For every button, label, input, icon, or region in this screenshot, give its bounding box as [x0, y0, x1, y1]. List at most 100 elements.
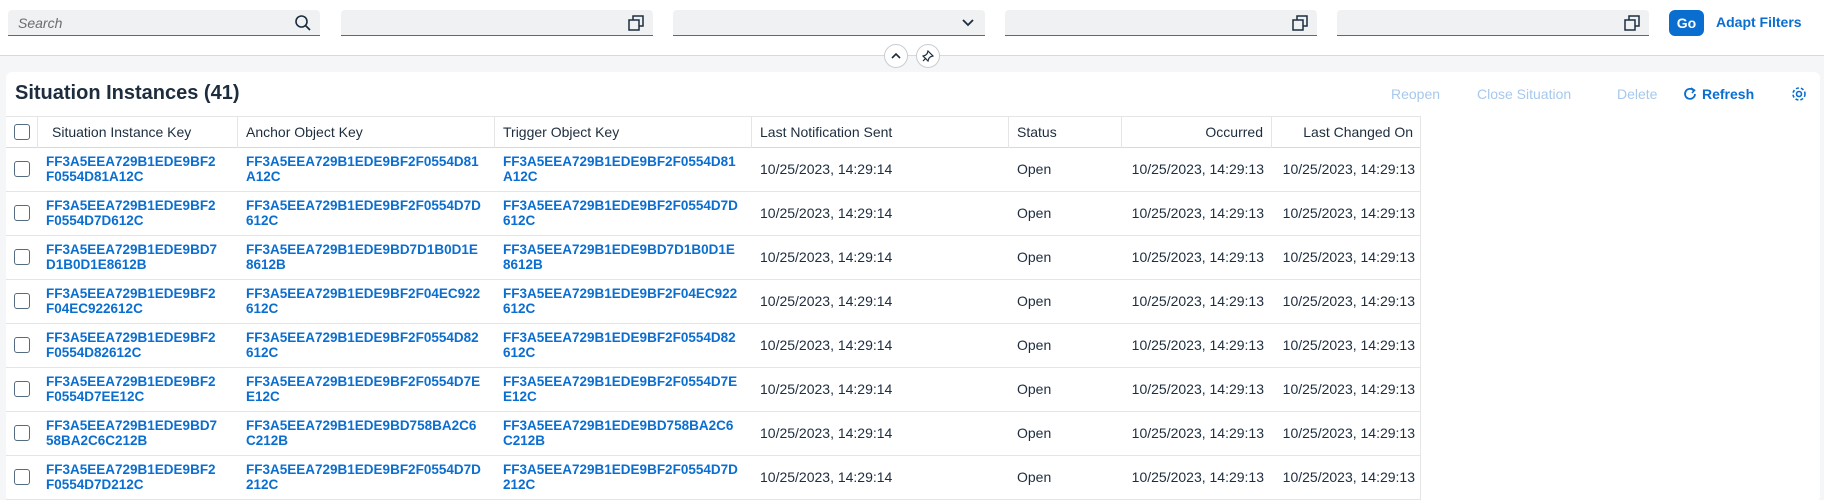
last-notification-sent-value: 10/25/2023, 14:29:14 [760, 337, 893, 353]
column-header-trigger-object-key[interactable]: Trigger Object Key [495, 117, 752, 148]
column-header-situation-instance-key[interactable]: Situation Instance Key [38, 117, 238, 148]
column-header-status[interactable]: Status [1009, 117, 1122, 148]
table-row[interactable]: FF3A5EEA729B1EDE9BF2 F0554D7EE12C FF3A5EE… [6, 368, 1420, 412]
trigger-object-key-link[interactable]: FF3A5EEA729B1EDE9BD758BA2C6 C212B [503, 412, 749, 455]
occurred-value: 10/25/2023, 14:29:13 [1131, 425, 1264, 441]
key-line-1: FF3A5EEA729B1EDE9BF2F0554D7D [503, 462, 738, 477]
key-line-2: C212B [503, 433, 546, 448]
key-line-1: FF3A5EEA729B1EDE9BF2 [46, 198, 216, 213]
situation-instances-table: Situation Instance Key Anchor Object Key… [6, 116, 1421, 500]
collapse-header-button[interactable] [884, 44, 908, 68]
anchor-object-key-link[interactable]: FF3A5EEA729B1EDE9BF2F04EC922 612C [246, 280, 492, 323]
select-all-cell [6, 117, 38, 148]
situation-instance-key-link[interactable]: FF3A5EEA729B1EDE9BF2 F0554D81A12C [46, 148, 236, 191]
filter-field-1[interactable] [341, 10, 653, 36]
key-line-2: F0554D7D612C [46, 213, 144, 228]
column-header-anchor-object-key[interactable]: Anchor Object Key [238, 117, 495, 148]
key-line-2: 612C [503, 345, 536, 360]
table-row[interactable]: FF3A5EEA729B1EDE9BF2 F04EC922612C FF3A5EE… [6, 280, 1420, 324]
key-line-1: FF3A5EEA729B1EDE9BF2F0554D82 [503, 330, 736, 345]
filter-select-2[interactable] [673, 10, 985, 36]
trigger-object-key-link[interactable]: FF3A5EEA729B1EDE9BF2F0554D7E E12C [503, 368, 749, 411]
occurred-value: 10/25/2023, 14:29:13 [1131, 249, 1264, 265]
key-line-1: FF3A5EEA729B1EDE9BF2 [46, 154, 216, 169]
key-line-1: FF3A5EEA729B1EDE9BF2F04EC922 [246, 286, 481, 301]
table-row[interactable]: FF3A5EEA729B1EDE9BF2 F0554D7D612C FF3A5EE… [6, 192, 1420, 236]
occurred-value: 10/25/2023, 14:29:13 [1131, 337, 1264, 353]
anchor-object-key-link[interactable]: FF3A5EEA729B1EDE9BF2F0554D7D 212C [246, 456, 492, 499]
last-changed-on-value: 10/25/2023, 14:29:13 [1282, 293, 1415, 309]
row-checkbox[interactable] [14, 161, 30, 177]
go-button[interactable]: Go [1669, 10, 1704, 36]
key-line-2: F0554D7EE12C [46, 389, 145, 404]
last-changed-on-value: 10/25/2023, 14:29:13 [1282, 161, 1415, 177]
table-row[interactable]: FF3A5EEA729B1EDE9BD7 58BA2C6C212B FF3A5EE… [6, 412, 1420, 456]
table-settings-button[interactable] [1791, 86, 1807, 102]
reopen-button[interactable]: Reopen [1391, 86, 1440, 102]
key-line-1: FF3A5EEA729B1EDE9BF2F0554D7E [246, 374, 481, 389]
value-help-icon[interactable] [1291, 14, 1309, 32]
search-icon[interactable] [294, 14, 312, 32]
trigger-object-key-link[interactable]: FF3A5EEA729B1EDE9BF2F0554D81 A12C [503, 148, 749, 191]
table-toolbar: Reopen Close Situation Delete Refresh [1370, 84, 1820, 106]
anchor-object-key-link[interactable]: FF3A5EEA729B1EDE9BF2F0554D7D 612C [246, 192, 492, 235]
row-checkbox[interactable] [14, 337, 30, 353]
refresh-button[interactable]: Refresh [1682, 86, 1754, 102]
delete-button[interactable]: Delete [1617, 86, 1657, 102]
occurred-value: 10/25/2023, 14:29:13 [1131, 381, 1264, 397]
anchor-object-key-link[interactable]: FF3A5EEA729B1EDE9BD7D1B0D1E 8612B [246, 236, 492, 279]
trigger-object-key-link[interactable]: FF3A5EEA729B1EDE9BF2F04EC922 612C [503, 280, 749, 323]
chevron-down-icon[interactable] [959, 14, 977, 32]
anchor-object-key-link[interactable]: FF3A5EEA729B1EDE9BD758BA2C6 C212B [246, 412, 492, 455]
select-all-checkbox[interactable] [14, 124, 30, 140]
row-checkbox[interactable] [14, 293, 30, 309]
trigger-object-key-link[interactable]: FF3A5EEA729B1EDE9BD7D1B0D1E 8612B [503, 236, 749, 279]
table-row[interactable]: FF3A5EEA729B1EDE9BF2 F0554D7D212C FF3A5EE… [6, 456, 1420, 500]
situation-instance-key-link[interactable]: FF3A5EEA729B1EDE9BD7 D1B0D1E8612B [46, 236, 236, 279]
column-header-last-changed-on[interactable]: Last Changed On [1272, 117, 1421, 148]
table-row[interactable]: FF3A5EEA729B1EDE9BF2 F0554D81A12C FF3A5EE… [6, 148, 1420, 192]
collapse-up-icon [891, 52, 901, 59]
anchor-object-key-link[interactable]: FF3A5EEA729B1EDE9BF2F0554D81 A12C [246, 148, 492, 191]
key-line-1: FF3A5EEA729B1EDE9BD758BA2C6 [246, 418, 477, 433]
last-notification-sent-value: 10/25/2023, 14:29:14 [760, 381, 893, 397]
trigger-object-key-link[interactable]: FF3A5EEA729B1EDE9BF2F0554D7D 612C [503, 192, 749, 235]
column-header-occurred[interactable]: Occurred [1122, 117, 1272, 148]
row-checkbox[interactable] [14, 205, 30, 221]
key-line-1: FF3A5EEA729B1EDE9BD7D1B0D1E [246, 242, 478, 257]
situation-instance-key-link[interactable]: FF3A5EEA729B1EDE9BF2 F0554D7D612C [46, 192, 236, 235]
row-checkbox[interactable] [14, 249, 30, 265]
value-help-icon[interactable] [627, 14, 645, 32]
key-line-2: E12C [246, 389, 280, 404]
column-header-last-notification-sent[interactable]: Last Notification Sent [752, 117, 1009, 148]
table-title: Situation Instances (41) [15, 82, 240, 104]
adapt-filters-link[interactable]: Adapt Filters [1716, 14, 1802, 30]
trigger-object-key-link[interactable]: FF3A5EEA729B1EDE9BF2F0554D82 612C [503, 324, 749, 367]
filter-field-3[interactable] [1005, 10, 1317, 36]
table-row[interactable]: FF3A5EEA729B1EDE9BF2 F0554D82612C FF3A5EE… [6, 324, 1420, 368]
trigger-object-key-link[interactable]: FF3A5EEA729B1EDE9BF2F0554D7D 212C [503, 456, 749, 499]
last-changed-on-value: 10/25/2023, 14:29:13 [1282, 337, 1415, 353]
row-checkbox[interactable] [14, 381, 30, 397]
situation-instance-key-link[interactable]: FF3A5EEA729B1EDE9BF2 F0554D7D212C [46, 456, 236, 499]
search-input[interactable]: Search [8, 10, 320, 36]
pin-icon [922, 50, 934, 62]
table-row[interactable]: FF3A5EEA729B1EDE9BD7 D1B0D1E8612B FF3A5EE… [6, 236, 1420, 280]
key-line-1: FF3A5EEA729B1EDE9BD7 [46, 242, 218, 257]
row-checkbox[interactable] [14, 425, 30, 441]
filter-field-4[interactable] [1337, 10, 1649, 36]
pin-header-button[interactable] [916, 44, 940, 68]
situation-instance-key-link[interactable]: FF3A5EEA729B1EDE9BF2 F0554D7EE12C [46, 368, 236, 411]
situation-instance-key-link[interactable]: FF3A5EEA729B1EDE9BF2 F0554D82612C [46, 324, 236, 367]
anchor-object-key-link[interactable]: FF3A5EEA729B1EDE9BF2F0554D7E E12C [246, 368, 492, 411]
close-situation-button[interactable]: Close Situation [1477, 86, 1571, 102]
situation-instance-key-link[interactable]: FF3A5EEA729B1EDE9BD7 58BA2C6C212B [46, 412, 236, 455]
last-changed-on-value: 10/25/2023, 14:29:13 [1282, 205, 1415, 221]
occurred-value: 10/25/2023, 14:29:13 [1131, 293, 1264, 309]
row-checkbox[interactable] [14, 469, 30, 485]
value-help-icon[interactable] [1623, 14, 1641, 32]
key-line-1: FF3A5EEA729B1EDE9BF2 [46, 462, 216, 477]
last-notification-sent-value: 10/25/2023, 14:29:14 [760, 425, 893, 441]
situation-instance-key-link[interactable]: FF3A5EEA729B1EDE9BF2 F04EC922612C [46, 280, 236, 323]
anchor-object-key-link[interactable]: FF3A5EEA729B1EDE9BF2F0554D82 612C [246, 324, 492, 367]
